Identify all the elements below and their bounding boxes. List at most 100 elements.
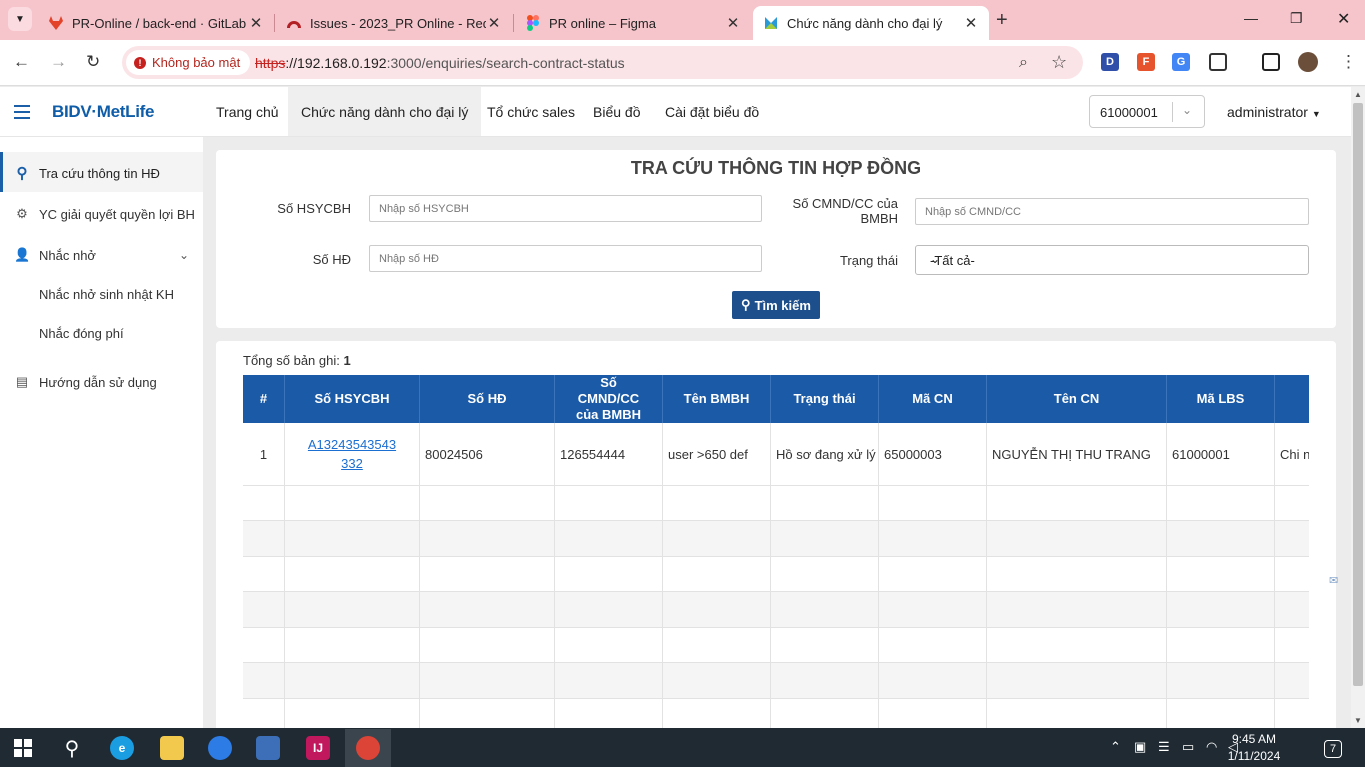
- tab-title: PR-Online / back-end · GitLab: [72, 15, 247, 31]
- sidebar-item-user-guide[interactable]: ▤ Hướng dẫn sử dụng: [14, 374, 157, 390]
- chevron-down-icon: ⌄: [178, 248, 189, 262]
- remote-desktop-icon[interactable]: [256, 736, 280, 760]
- close-icon[interactable]: ✕: [963, 14, 979, 32]
- hsycbh-link[interactable]: A13243543543332: [305, 435, 399, 473]
- scrollbar-thumb[interactable]: [1353, 103, 1363, 686]
- more-menu-icon[interactable]: ⋮: [1340, 52, 1357, 72]
- taskbar-clock[interactable]: 9:45 AM 1/11/2024: [1226, 731, 1282, 765]
- file-explorer-icon[interactable]: [160, 736, 184, 760]
- tab-gitlab[interactable]: PR-Online / back-end · GitLab ✕: [38, 6, 274, 40]
- side-panel-icon[interactable]: [1262, 53, 1280, 71]
- extension-fpt-icon[interactable]: F: [1137, 53, 1155, 71]
- close-icon[interactable]: ✕: [725, 14, 741, 32]
- tab-figma[interactable]: PR online – Figma ✕: [515, 6, 751, 40]
- google-translate-icon[interactable]: G: [1172, 53, 1190, 71]
- page-title: TRA CỨU THÔNG TIN HỢP ĐỒNG: [630, 158, 922, 178]
- tab-search-button[interactable]: ▼: [8, 7, 32, 31]
- sidebar-item-label: YC giải quyết quyền lợi BH: [39, 206, 195, 222]
- extensions-puzzle-icon[interactable]: [1209, 53, 1227, 71]
- col-contract-number[interactable]: Số HĐ: [420, 375, 555, 423]
- cmnd-input[interactable]: [915, 198, 1309, 225]
- total-count: 1: [343, 353, 351, 368]
- hsycbh-input[interactable]: [369, 195, 762, 222]
- restore-icon[interactable]: ❐: [1290, 10, 1303, 27]
- figma-icon: [525, 15, 541, 31]
- col-branch-code[interactable]: Mã CN: [879, 375, 987, 423]
- hamburger-menu-icon[interactable]: [14, 105, 30, 123]
- tab-redmine[interactable]: Issues - 2023_PR Online - Redmine ✕: [276, 6, 512, 40]
- notification-icon[interactable]: 7: [1324, 740, 1342, 758]
- close-icon[interactable]: ✕: [248, 14, 264, 32]
- scroll-down-icon[interactable]: ▼: [1354, 716, 1362, 725]
- sidebar-item-birthday-reminder[interactable]: Nhắc nhở sinh nhật KH: [39, 287, 174, 302]
- chrome-icon[interactable]: [356, 736, 380, 760]
- zoom-icon[interactable]: ⌕: [1019, 54, 1028, 72]
- url-text[interactable]: https://192.168.0.192:3000/enquiries/sea…: [255, 55, 625, 71]
- extension-d-icon[interactable]: D: [1101, 53, 1119, 71]
- sidebar-item-claims[interactable]: ⚙ YC giải quyết quyền lợi BH: [14, 206, 195, 222]
- nav-agent-functions[interactable]: Chức năng dành cho đại lý: [288, 87, 482, 136]
- nav-charts[interactable]: Biểu đồ: [580, 87, 653, 136]
- status-select[interactable]: -Tất cả- ⌄: [915, 245, 1309, 275]
- contract-number-input[interactable]: [369, 245, 762, 272]
- clock-time: 9:45 AM: [1231, 732, 1277, 746]
- metlife-icon: [763, 15, 779, 31]
- edge-icon[interactable]: e: [110, 736, 134, 760]
- taskbar-search-icon[interactable]: ⚲: [60, 736, 84, 760]
- col-policyholder-name[interactable]: Tên BMBH: [663, 375, 771, 423]
- sidebar-item-premium-reminder[interactable]: Nhắc đóng phí: [39, 326, 124, 341]
- col-next[interactable]: [1275, 375, 1309, 423]
- minimize-icon[interactable]: —: [1244, 10, 1258, 26]
- window-close-icon[interactable]: ✕: [1337, 9, 1350, 29]
- label-contract-number: Số HĐ: [312, 252, 351, 267]
- tray-meet-icon[interactable]: ▣: [1134, 739, 1146, 755]
- bidv-metlife-logo[interactable]: BIDV·MetLife: [52, 102, 154, 122]
- mail-icon[interactable]: ✉: [1329, 574, 1345, 590]
- nav-sales-org[interactable]: Tổ chức sales: [474, 87, 588, 136]
- col-branch-name[interactable]: Tên CN: [987, 375, 1167, 423]
- page-scrollbar[interactable]: ▲ ▼: [1351, 87, 1365, 728]
- tray-clipboard-icon[interactable]: ☰: [1158, 739, 1170, 755]
- windows-start-icon[interactable]: [12, 737, 34, 759]
- tray-chevron-icon[interactable]: ⌃: [1110, 739, 1121, 755]
- url-path: :3000/enquiries/search-contract-status: [386, 55, 625, 71]
- col-hsycbh[interactable]: Số HSYCBH: [285, 375, 420, 423]
- user-menu[interactable]: administrator ▼: [1227, 104, 1321, 120]
- intellij-icon[interactable]: IJ: [306, 736, 330, 760]
- forward-icon[interactable]: →: [50, 52, 67, 72]
- chevron-down-icon: ⌄: [1182, 103, 1193, 117]
- col-cmnd[interactable]: Số CMND/CC của BMBH: [555, 375, 663, 423]
- tab-title: Chức năng dành cho đại lý: [787, 15, 943, 31]
- reload-icon[interactable]: ↻: [86, 52, 100, 72]
- nav-chart-settings[interactable]: Cài đặt biểu đồ: [652, 87, 772, 136]
- table-header: # Số HSYCBH Số HĐ Số CMND/CC của BMBH Tê…: [243, 375, 1309, 423]
- close-icon[interactable]: ✕: [486, 14, 502, 32]
- branch-select[interactable]: 61000001 ⌄: [1089, 95, 1205, 128]
- sidebar-item-contract-lookup[interactable]: ⚲ Tra cứu thông tin HĐ: [14, 164, 160, 182]
- tab-title: Issues - 2023_PR Online - Redmine: [310, 15, 486, 31]
- new-tab-icon[interactable]: +: [996, 9, 1008, 32]
- bookmark-star-icon[interactable]: ☆: [1051, 52, 1067, 73]
- col-lbs-code[interactable]: Mã LBS: [1167, 375, 1275, 423]
- profile-avatar[interactable]: [1298, 52, 1318, 72]
- results-table: # Số HSYCBH Số HĐ Số CMND/CC của BMBH Tê…: [243, 375, 1309, 728]
- nav-home[interactable]: Trang chủ: [203, 87, 292, 136]
- app-bubble-icon[interactable]: [208, 736, 232, 760]
- notification-count: 7: [1329, 743, 1337, 755]
- tab-agent-functions[interactable]: Chức năng dành cho đại lý ✕: [753, 6, 989, 40]
- user-clock-icon: 👤: [14, 247, 31, 262]
- cell-cmnd: 126554444: [555, 423, 663, 485]
- security-indicator[interactable]: ! Không bảo mật: [126, 50, 251, 75]
- col-status[interactable]: Trạng thái: [771, 375, 879, 423]
- back-icon[interactable]: ←: [13, 52, 30, 72]
- document-icon: ▤: [15, 374, 29, 389]
- battery-icon[interactable]: ▭: [1182, 739, 1194, 755]
- table-row-empty: [243, 699, 1309, 728]
- search-button[interactable]: ⚲ Tìm kiếm: [732, 291, 820, 319]
- table-row-empty: [243, 557, 1309, 592]
- table-row: 1 A13243543543332 80024506 126554444 use…: [243, 423, 1309, 486]
- wifi-icon[interactable]: ◠: [1206, 739, 1217, 755]
- sidebar-item-reminders[interactable]: 👤 Nhắc nhở ⌄: [14, 247, 189, 263]
- scroll-up-icon[interactable]: ▲: [1354, 90, 1362, 99]
- table-row-empty: [243, 663, 1309, 699]
